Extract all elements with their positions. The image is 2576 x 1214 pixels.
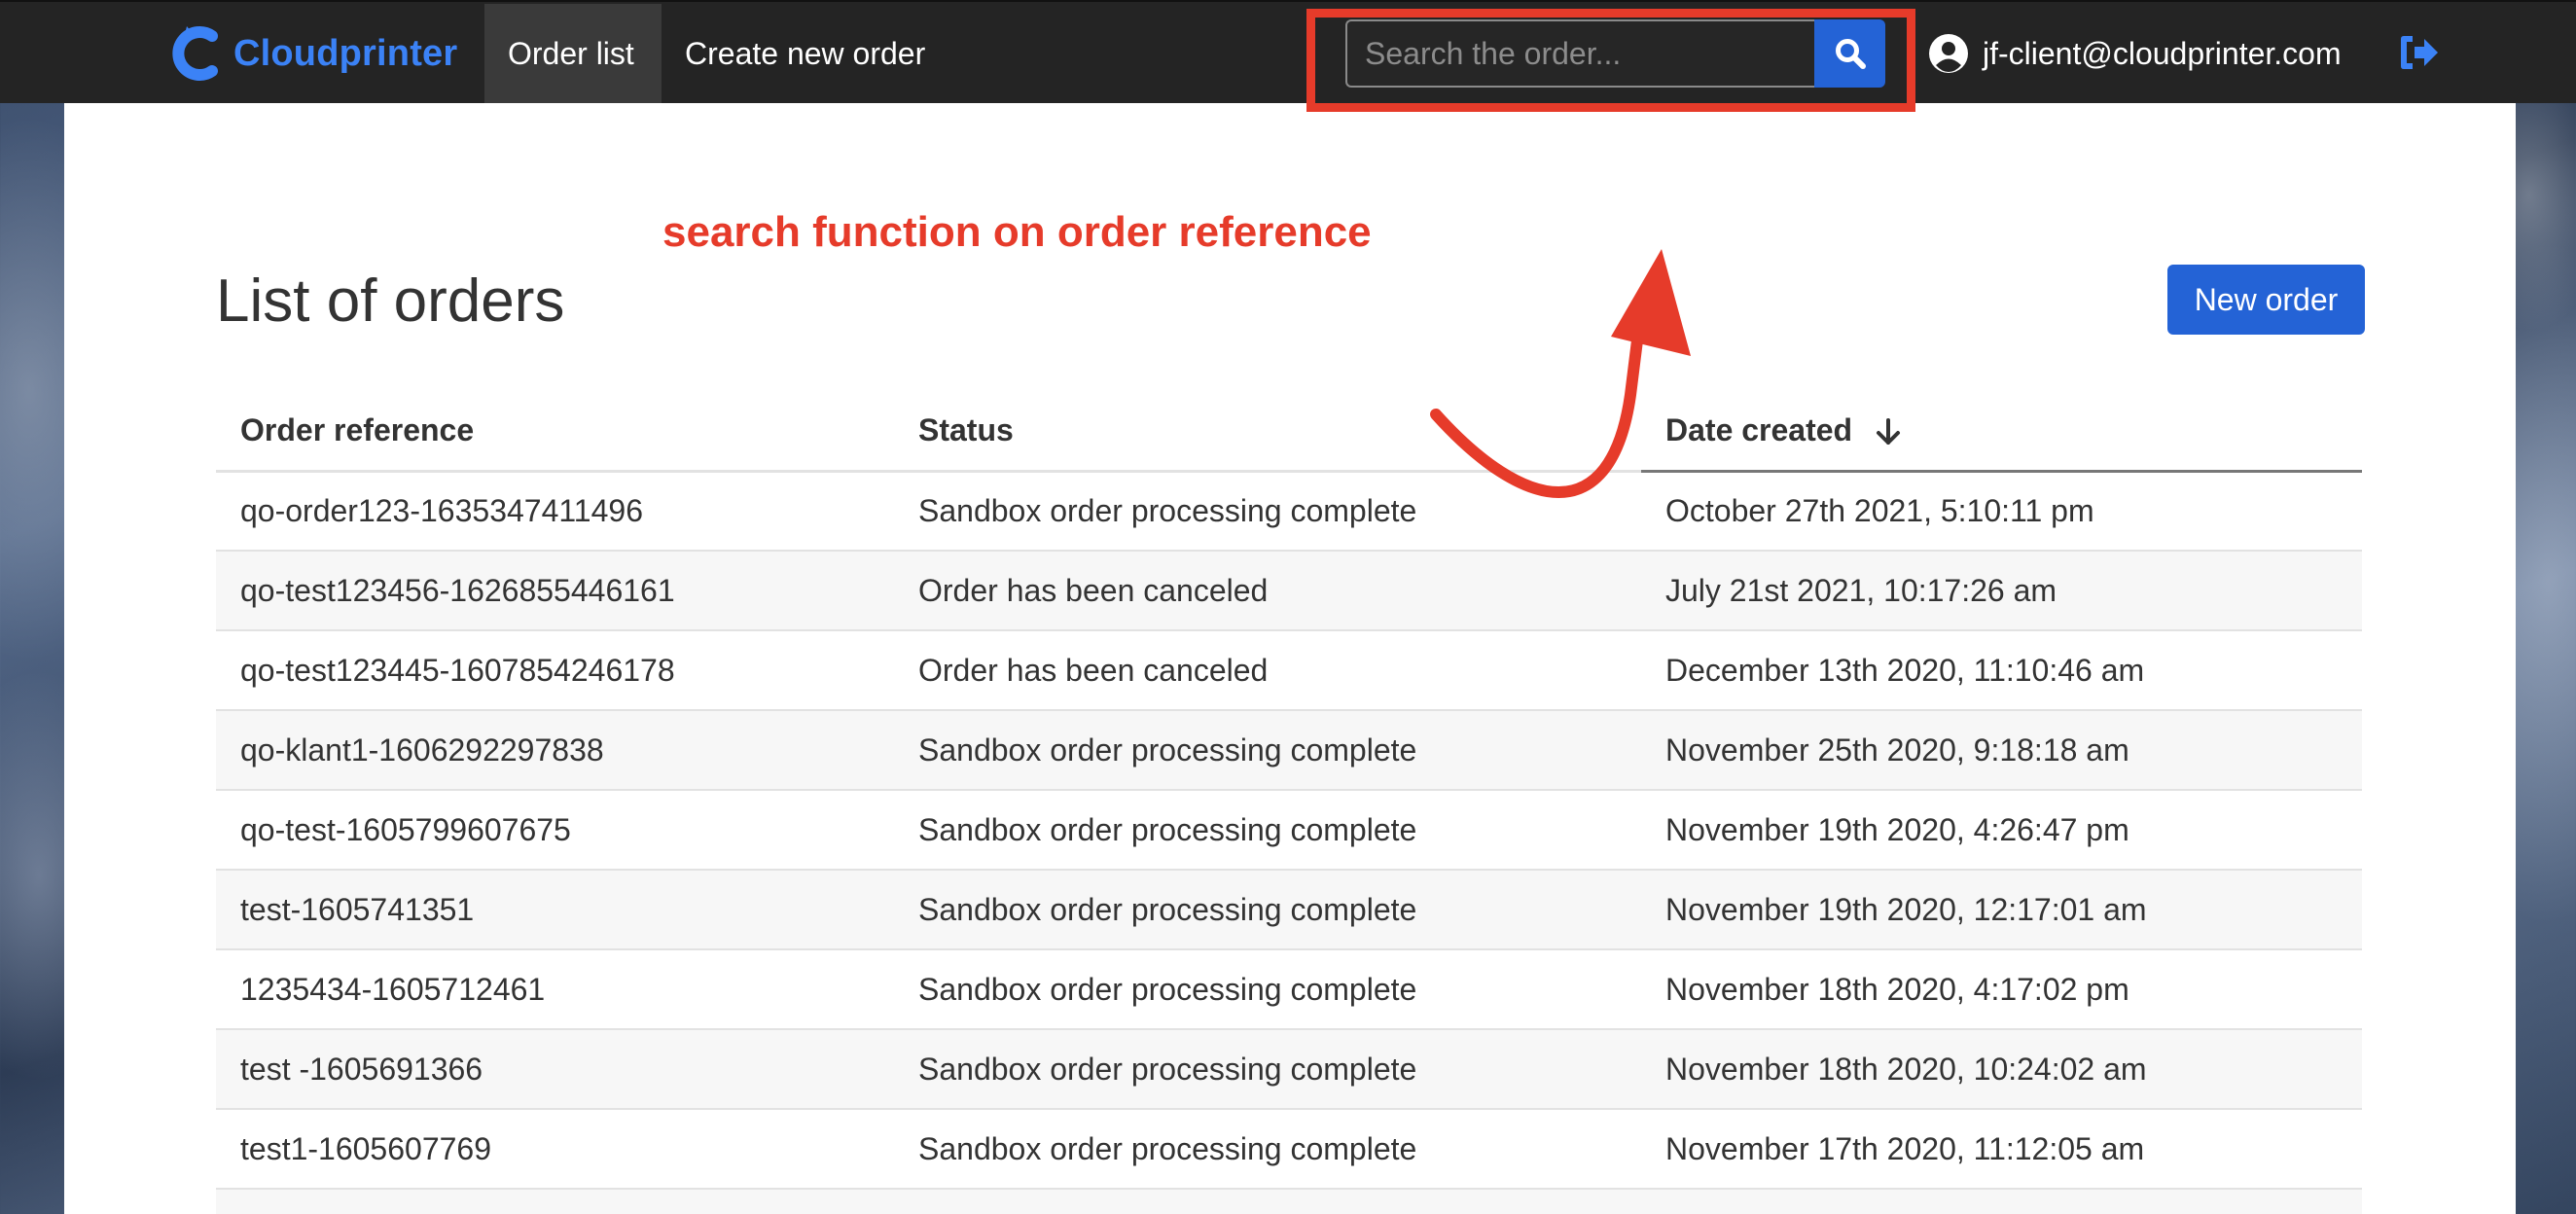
table-row[interactable]: qo-order123-1635347411496 Sandbox order …: [216, 471, 2362, 552]
status-cell: Order has been canceled: [894, 630, 1641, 711]
orders-table: Order reference Status Date created qo-o…: [216, 391, 2362, 1214]
main-content: List of orders New order Order reference…: [64, 103, 2516, 1214]
table-header-row: Order reference Status Date created: [216, 391, 2362, 473]
date-created-cell: November 18th 2020, 10:24:02 am: [1641, 1029, 2362, 1110]
status-cell: Order has been canceled: [894, 551, 1641, 631]
date-created-cell: February 18th 2020, 9:08:07: [1641, 1189, 2362, 1214]
status-cell: Sandbox order processing complete: [894, 710, 1641, 791]
status-cell: Sandbox order processing complete: [894, 1189, 1641, 1214]
new-order-button[interactable]: New order: [2167, 265, 2365, 335]
table-row[interactable]: qo-test-1605799607675 Sandbox order proc…: [216, 790, 2362, 871]
order-reference-cell: test1-1605607769: [216, 1109, 894, 1190]
order-reference-cell: asdasdtest: [216, 1189, 894, 1214]
date-created-cell: July 21st 2021, 10:17:26 am: [1641, 551, 2362, 631]
order-reference-cell: qo-test123445-1607854246178: [216, 630, 894, 711]
date-created-cell: November 25th 2020, 9:18:18 am: [1641, 710, 2362, 791]
table-row[interactable]: test-1605741351 Sandbox order processing…: [216, 870, 2362, 950]
table-row[interactable]: 1235434-1605712461 Sandbox order process…: [216, 949, 2362, 1030]
brand-name: Cloudprinter: [233, 32, 458, 74]
logout-icon[interactable]: [2397, 33, 2440, 72]
top-navbar: Cloudprinter Order list Create new order…: [0, 0, 2576, 103]
user-circle-icon: [1929, 34, 1968, 73]
table-row[interactable]: qo-test123456-1626855446161 Order has be…: [216, 551, 2362, 631]
order-reference-cell: qo-test123456-1626855446161: [216, 551, 894, 631]
cloudprinter-c-logo-icon: [172, 26, 218, 81]
status-cell: Sandbox order processing complete: [894, 1029, 1641, 1110]
order-reference-cell: qo-order123-1635347411496: [216, 471, 894, 552]
table-row[interactable]: qo-klant1-1606292297838 Sandbox order pr…: [216, 710, 2362, 791]
date-created-cell: December 13th 2020, 11:10:46 am: [1641, 630, 2362, 711]
date-created-cell: November 18th 2020, 4:17:02 pm: [1641, 949, 2362, 1030]
search-highlight-box: [1306, 9, 1915, 112]
order-reference-cell: test -1605691366: [216, 1029, 894, 1110]
order-reference-cell: qo-klant1-1606292297838: [216, 710, 894, 791]
nav-create-new-order[interactable]: Create new order: [662, 4, 948, 103]
status-cell: Sandbox order processing complete: [894, 949, 1641, 1030]
table-row[interactable]: test1-1605607769 Sandbox order processin…: [216, 1109, 2362, 1190]
brand-logo[interactable]: Cloudprinter: [167, 21, 457, 86]
sort-descending-icon: [1876, 418, 1900, 446]
table-row[interactable]: asdasdtest Sandbox order processing comp…: [216, 1189, 2362, 1214]
order-reference-cell: test-1605741351: [216, 870, 894, 950]
status-cell: Sandbox order processing complete: [894, 790, 1641, 871]
column-header-order-reference[interactable]: Order reference: [216, 391, 894, 473]
table-row[interactable]: test -1605691366 Sandbox order processin…: [216, 1029, 2362, 1110]
annotation-label: search function on order reference: [662, 208, 1372, 256]
table-row[interactable]: qo-test123445-1607854246178 Order has be…: [216, 630, 2362, 711]
date-created-cell: November 19th 2020, 12:17:01 am: [1641, 870, 2362, 950]
nav-order-list[interactable]: Order list: [484, 4, 662, 103]
user-email: jf-client@cloudprinter.com: [1983, 35, 2342, 71]
order-reference-cell: qo-test-1605799607675: [216, 790, 894, 871]
status-cell: Sandbox order processing complete: [894, 1109, 1641, 1190]
page-title: List of orders: [216, 268, 565, 335]
annotation-arrow: [1430, 249, 1691, 498]
date-created-cell: November 17th 2020, 11:12:05 am: [1641, 1109, 2362, 1190]
date-created-cell: November 19th 2020, 4:26:47 pm: [1641, 790, 2362, 871]
status-cell: Sandbox order processing complete: [894, 870, 1641, 950]
order-reference-cell: 1235434-1605712461: [216, 949, 894, 1030]
user-account[interactable]: jf-client@cloudprinter.com: [1928, 21, 2342, 86]
